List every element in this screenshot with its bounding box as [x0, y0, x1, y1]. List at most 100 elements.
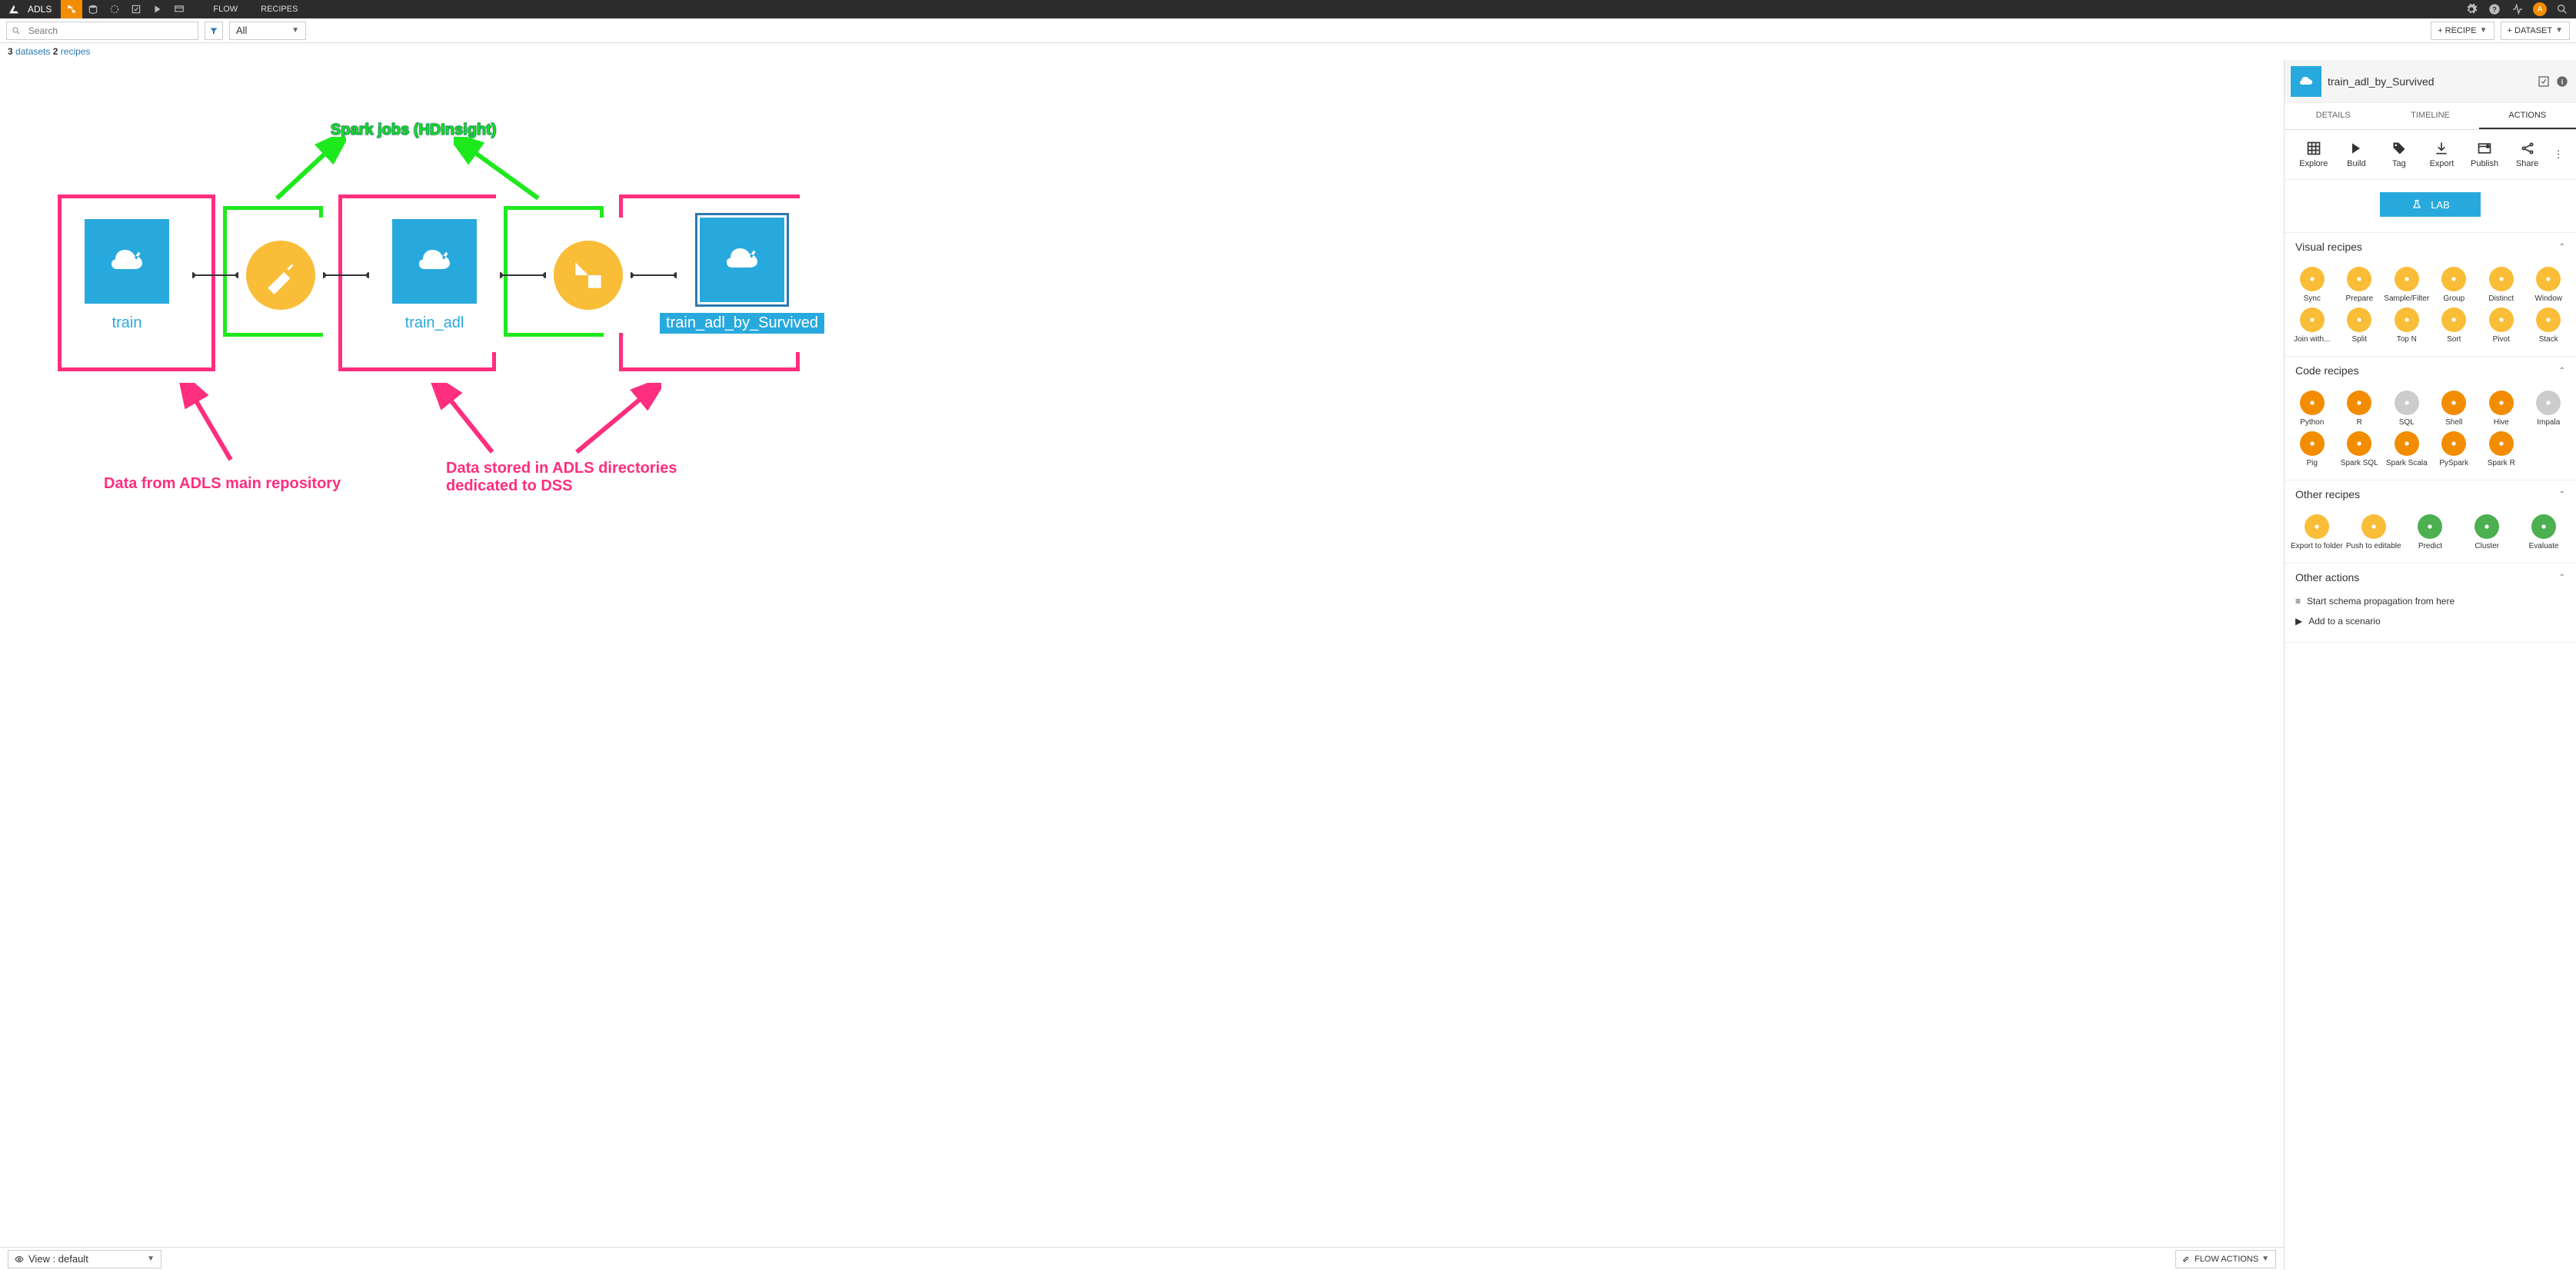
- recipe-icon: [2441, 308, 2466, 332]
- tab-actions[interactable]: ACTIONS: [2479, 103, 2576, 129]
- analyses-nav-icon[interactable]: [125, 0, 147, 18]
- activity-icon[interactable]: [2510, 2, 2525, 17]
- section-code-header[interactable]: Code recipes ⌃: [2285, 357, 2576, 384]
- recipe-predict[interactable]: Predict: [2403, 513, 2458, 552]
- recipe-top-n[interactable]: Top N: [2384, 306, 2430, 345]
- add-dataset-label: + DATASET: [2508, 26, 2553, 35]
- recipe-spark-scala[interactable]: Spark Scala: [2384, 430, 2430, 469]
- section-visual-header[interactable]: Visual recipes ⌃: [2285, 233, 2576, 261]
- action-share[interactable]: Share: [2508, 141, 2547, 168]
- tab-timeline[interactable]: TIMELINE: [2381, 103, 2478, 129]
- chevron-up-icon: ⌃: [2559, 490, 2565, 499]
- microscope-icon: [2411, 198, 2423, 211]
- recipe-pivot[interactable]: Pivot: [2478, 306, 2524, 345]
- recipe-python[interactable]: Python: [2289, 389, 2335, 428]
- recipe-sql[interactable]: SQL: [2384, 389, 2430, 428]
- recipe-icon: [2489, 391, 2514, 415]
- recipe-pig[interactable]: Pig: [2289, 430, 2335, 469]
- publish-icon: [2477, 141, 2492, 156]
- add-dataset-button[interactable]: + DATASET ▼: [2501, 22, 2570, 40]
- wrench-icon: [2182, 1255, 2192, 1264]
- project-title[interactable]: ADLS: [28, 4, 52, 15]
- recipe-pyspark[interactable]: PySpark: [2431, 430, 2478, 469]
- other-action-item[interactable]: ≡Start schema propagation from here: [2295, 591, 2565, 611]
- tab-recipes[interactable]: RECIPES: [261, 5, 298, 14]
- recipe-hive[interactable]: Hive: [2478, 389, 2524, 428]
- dataset-node-train-adl-by-survived[interactable]: train_adl_by_Survived: [677, 198, 807, 352]
- chevron-down-icon: ▼: [147, 1255, 155, 1263]
- recipe-distinct[interactable]: Distinct: [2478, 265, 2524, 304]
- more-actions-button[interactable]: ⋮: [2551, 141, 2566, 168]
- check-icon[interactable]: [2538, 75, 2550, 88]
- recipe-icon: [2489, 267, 2514, 291]
- filter-dropdown[interactable]: All ▼: [229, 22, 306, 40]
- recipe-icon: [2300, 391, 2325, 415]
- recipe-shell[interactable]: Shell: [2431, 389, 2478, 428]
- tab-details[interactable]: DETAILS: [2285, 103, 2381, 129]
- chevron-down-icon: ▼: [2261, 1255, 2269, 1263]
- dashboards-nav-icon[interactable]: [168, 0, 190, 18]
- flow-search-input[interactable]: [25, 25, 198, 36]
- recipe-sort[interactable]: Sort: [2431, 306, 2478, 345]
- flow-search-box[interactable]: [6, 22, 198, 40]
- recipe-cluster[interactable]: Cluster: [2459, 513, 2514, 552]
- dataset-node-train[interactable]: train: [62, 198, 192, 352]
- recipe-export-to-folder[interactable]: Export to folder: [2289, 513, 2345, 552]
- recipe-icon: [2441, 267, 2466, 291]
- recipe-icon: [2300, 267, 2325, 291]
- flow-edge: [323, 274, 369, 276]
- recipe-r[interactable]: R: [2337, 389, 2383, 428]
- lab-button[interactable]: LAB: [2380, 192, 2481, 217]
- action-export[interactable]: Export: [2422, 141, 2461, 168]
- action-build[interactable]: Build: [2337, 141, 2375, 168]
- settings-icon[interactable]: [2464, 2, 2479, 17]
- datasets-nav-icon[interactable]: [82, 0, 104, 18]
- action-label: Export: [2430, 159, 2455, 168]
- recipe-node-prepare[interactable]: [238, 218, 323, 333]
- add-recipe-button[interactable]: + RECIPE ▼: [2431, 22, 2494, 40]
- search-icon[interactable]: [2554, 2, 2570, 17]
- section-title: Other recipes: [2295, 488, 2360, 500]
- recipe-spark-r[interactable]: Spark R: [2478, 430, 2524, 469]
- recipe-icon: [2489, 308, 2514, 332]
- list-icon: ≡: [2295, 596, 2301, 607]
- app-logo-icon[interactable]: [6, 2, 22, 17]
- recipe-group[interactable]: Group: [2431, 265, 2478, 304]
- recipe-icon: [2395, 391, 2419, 415]
- section-other-actions-header[interactable]: Other actions ⌃: [2285, 564, 2576, 591]
- dataset-node-train-adl[interactable]: train_adl: [369, 198, 500, 352]
- recipes-nav-icon[interactable]: [104, 0, 125, 18]
- recipe-label: Shell: [2445, 418, 2462, 427]
- action-tag[interactable]: Tag: [2380, 141, 2418, 168]
- recipe-prepare[interactable]: Prepare: [2337, 265, 2383, 304]
- user-avatar[interactable]: A: [2533, 2, 2547, 16]
- recipe-sync[interactable]: Sync: [2289, 265, 2335, 304]
- node-label: train: [112, 314, 142, 332]
- section-other-header[interactable]: Other recipes ⌃: [2285, 480, 2576, 508]
- datasets-link[interactable]: datasets: [15, 46, 50, 57]
- recipe-spark-sql[interactable]: Spark SQL: [2337, 430, 2383, 469]
- action-publish[interactable]: Publish: [2465, 141, 2504, 168]
- other-action-item[interactable]: ▶Add to a scenario: [2295, 611, 2565, 631]
- tab-flow[interactable]: FLOW: [213, 5, 238, 14]
- recipe-join-with-[interactable]: Join with...: [2289, 306, 2335, 345]
- recipe-window[interactable]: Window: [2526, 265, 2572, 304]
- recipe-label: Group: [2443, 294, 2465, 303]
- help-icon[interactable]: ?: [2487, 2, 2502, 17]
- recipes-link[interactable]: recipes: [61, 46, 91, 57]
- recipe-push-to-editable[interactable]: Push to editable: [2346, 513, 2401, 552]
- recipe-impala[interactable]: Impala: [2526, 389, 2572, 428]
- filter-button[interactable]: [205, 22, 223, 40]
- recipe-split[interactable]: Split: [2337, 306, 2383, 345]
- action-explore[interactable]: Explore: [2295, 141, 2333, 168]
- recipe-evaluate[interactable]: Evaluate: [2516, 513, 2571, 552]
- jobs-nav-icon[interactable]: [147, 0, 168, 18]
- recipe-stack[interactable]: Stack: [2526, 306, 2572, 345]
- recipe-node-split[interactable]: [546, 218, 631, 333]
- flow-nav-icon[interactable]: [61, 0, 82, 18]
- recipe-icon: [2536, 267, 2561, 291]
- action-label: Tag: [2392, 159, 2406, 168]
- info-icon[interactable]: i: [2556, 75, 2568, 88]
- chevron-down-icon: ▼: [291, 26, 299, 35]
- recipe-sample-filter[interactable]: Sample/Filter: [2384, 265, 2430, 304]
